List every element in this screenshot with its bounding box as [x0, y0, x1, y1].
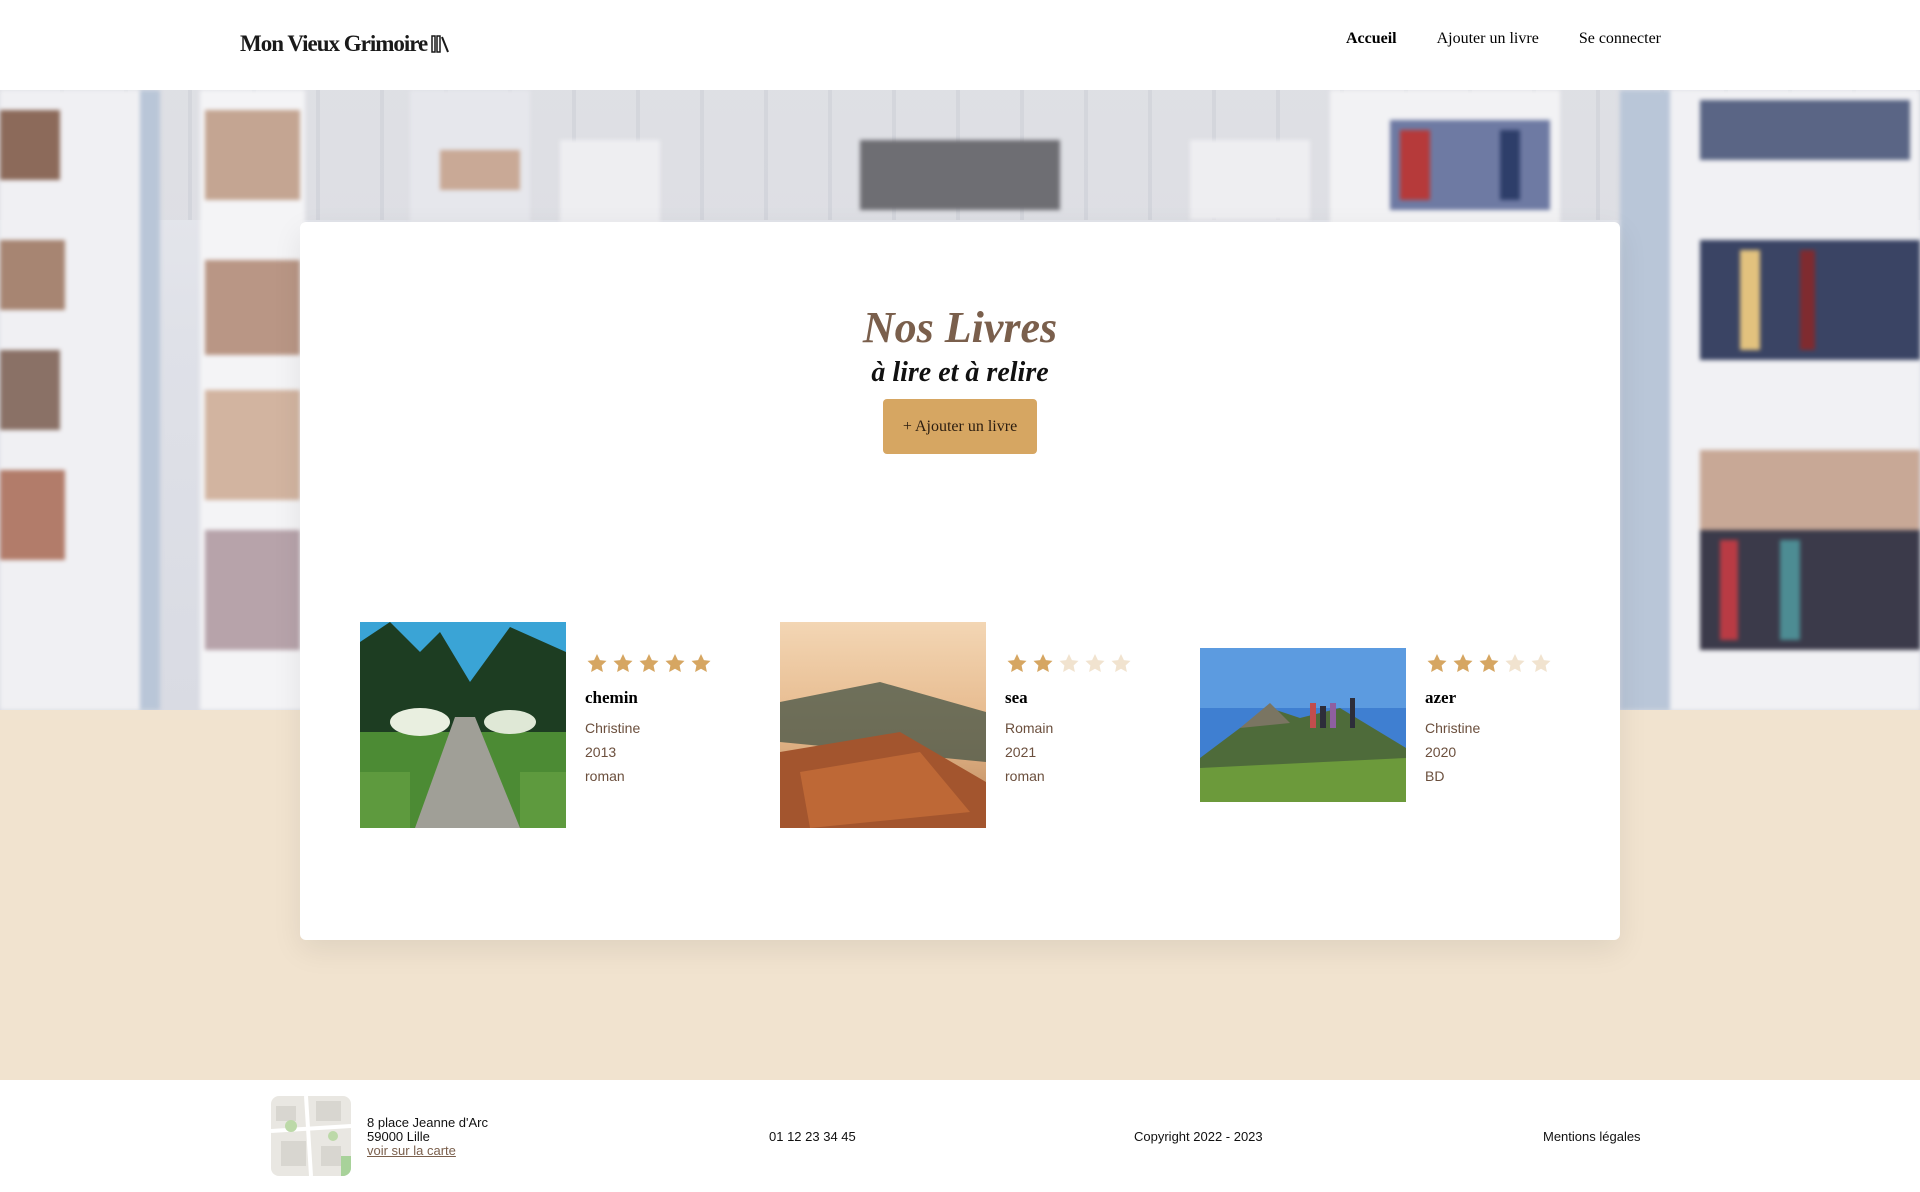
star-full-icon	[1033, 654, 1053, 672]
page-subtitle: à lire et à relire	[871, 357, 1049, 388]
star-full-icon	[1453, 654, 1473, 672]
book-author: Christine	[585, 720, 641, 736]
book-author: Romain	[1005, 720, 1054, 736]
logo-text: Mon Vieux Grimoire	[240, 31, 428, 56]
book-genre: BD	[1425, 768, 1445, 784]
book-card[interactable]: chemin Christine 2013 roman	[360, 622, 740, 832]
book-year: 2013	[585, 744, 617, 760]
add-book-button[interactable]: + Ajouter un livre	[883, 399, 1037, 454]
book-info: azer Christine 2020 BD	[1425, 652, 1553, 788]
book-card[interactable]: azer Christine 2020 BD	[1200, 622, 1580, 832]
main-nav: Accueil Ajouter un livre Se connecter	[1346, 30, 1661, 48]
star-full-icon	[1007, 654, 1027, 672]
forest-path-picture	[360, 622, 566, 828]
logo[interactable]: Mon Vieux Grimoire	[240, 31, 451, 57]
star-full-icon	[639, 654, 659, 672]
book-cover-image	[1200, 648, 1406, 802]
book-cover-image	[780, 622, 986, 828]
book-title: sea	[1005, 688, 1028, 707]
rating-stars	[585, 652, 713, 676]
star-full-icon	[613, 654, 633, 672]
book-info: sea Romain 2021 roman	[1005, 652, 1133, 788]
book-info: chemin Christine 2013 roman	[585, 652, 713, 788]
book-card[interactable]: sea Romain 2021 roman	[780, 622, 1160, 832]
book-meta: Christine 2013 roman	[585, 716, 713, 788]
star-full-icon	[665, 654, 685, 672]
page-title: Nos Livres	[862, 303, 1058, 352]
book-year: 2020	[1425, 744, 1457, 760]
address-line1: 8 place Jeanne d'Arc	[367, 1115, 489, 1130]
star-empty-icon	[1059, 654, 1079, 672]
map-link[interactable]: voir sur la carte	[367, 1143, 456, 1158]
books-card: Nos Livres à lire et à relire + Ajouter …	[300, 222, 1620, 940]
star-empty-icon	[1111, 654, 1131, 672]
sea-cliff-picture	[780, 622, 986, 828]
star-full-icon	[691, 654, 711, 672]
book-genre: roman	[585, 768, 625, 784]
book-genre: roman	[1005, 768, 1045, 784]
footer-address: 8 place Jeanne d'Arc 59000 Lille voir su…	[367, 1116, 488, 1158]
address-line2: 59000 Lille	[367, 1129, 430, 1144]
mountain-hikers-picture	[1200, 648, 1406, 802]
star-empty-icon	[1085, 654, 1105, 672]
star-full-icon	[587, 654, 607, 672]
book-year: 2021	[1005, 744, 1037, 760]
book-author: Christine	[1425, 720, 1481, 736]
nav-se-connecter[interactable]: Se connecter	[1579, 30, 1661, 48]
star-full-icon	[1427, 654, 1447, 672]
book-title: chemin	[585, 688, 638, 707]
book-meta: Romain 2021 roman	[1005, 716, 1133, 788]
footer-phone: 01 12 23 34 45	[769, 1129, 856, 1144]
books-logo-icon	[431, 35, 450, 53]
book-cover-image	[360, 622, 566, 828]
book-meta: Christine 2020 BD	[1425, 716, 1553, 788]
star-empty-icon	[1505, 654, 1525, 672]
rating-stars	[1425, 652, 1553, 676]
book-title: azer	[1425, 688, 1457, 707]
legal-mentions-link[interactable]: Mentions légales	[1543, 1129, 1641, 1144]
footer-copyright: Copyright 2022 - 2023	[1134, 1129, 1263, 1144]
header: Mon Vieux Grimoire Accueil Ajouter un li…	[0, 0, 1920, 90]
nav-accueil[interactable]: Accueil	[1346, 30, 1397, 48]
map-icon	[271, 1096, 351, 1176]
star-empty-icon	[1531, 654, 1551, 672]
rating-stars	[1005, 652, 1133, 676]
map-thumbnail[interactable]	[271, 1096, 351, 1176]
nav-ajouter-un-livre[interactable]: Ajouter un livre	[1437, 30, 1539, 48]
footer: 8 place Jeanne d'Arc 59000 Lille voir su…	[0, 1080, 1920, 1192]
star-full-icon	[1479, 654, 1499, 672]
